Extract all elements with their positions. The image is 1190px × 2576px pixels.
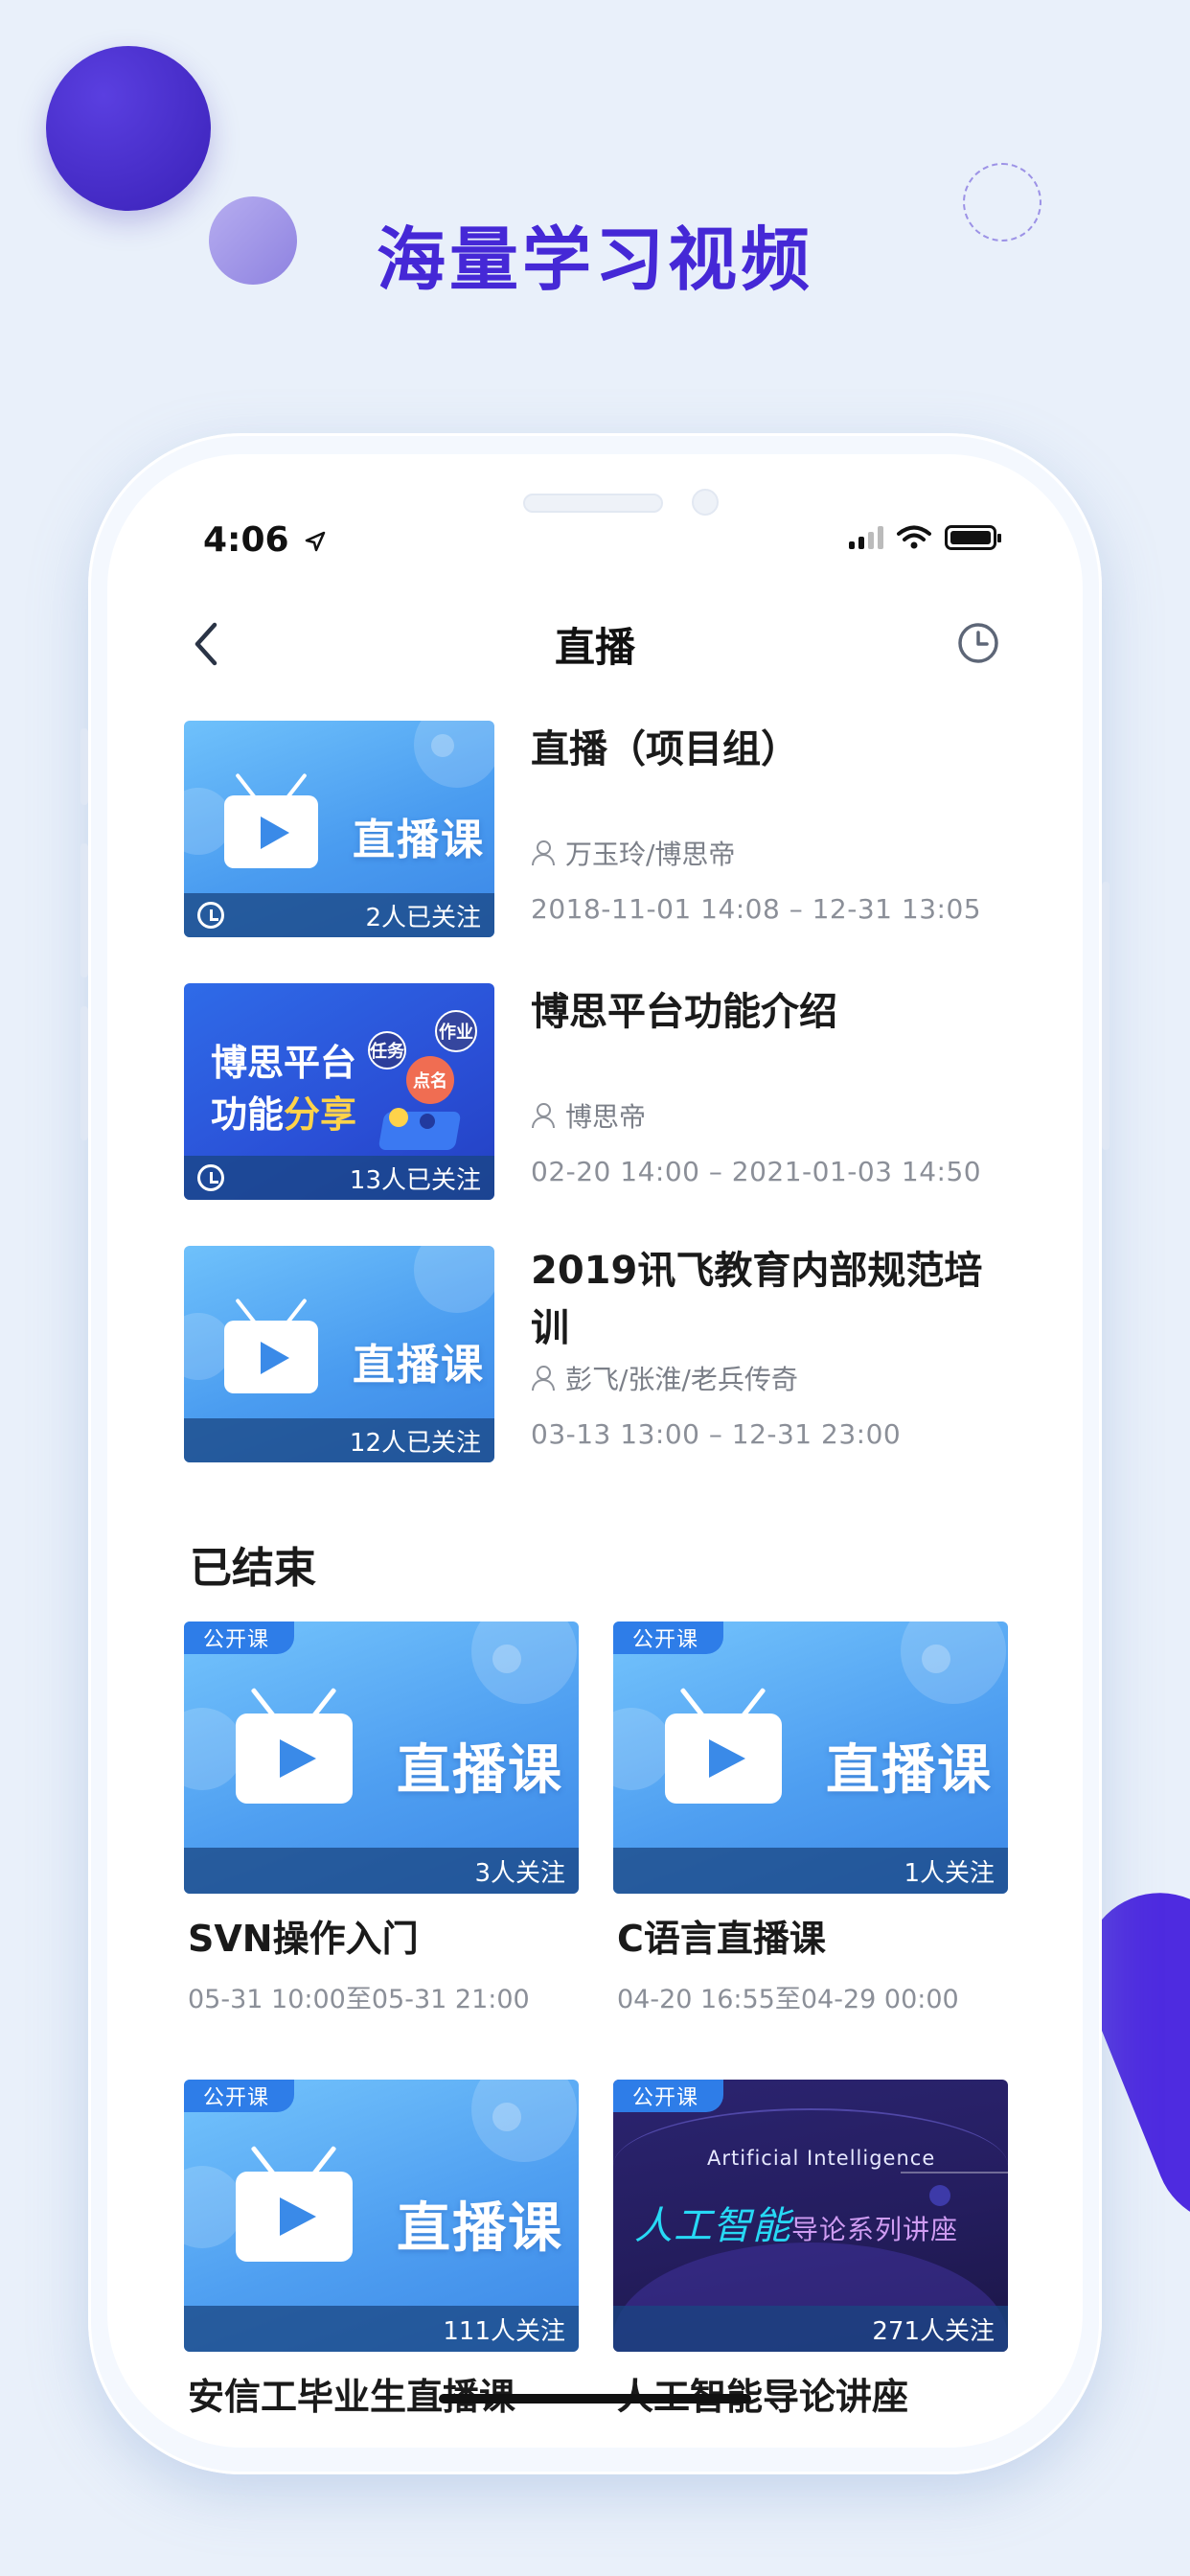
thumbnail-label: Artificial Intelligence: [707, 2147, 936, 2170]
live-time: 2018-11-01 14:08 – 12-31 13:05: [531, 893, 982, 925]
location-arrow-icon: [305, 531, 326, 552]
follower-count: 13人已关注: [349, 1165, 481, 1195]
person-icon: [531, 1102, 556, 1129]
live-item[interactable]: 直播课 2人已关注 直播（项目组） 万玉玲/博思帝 2018-11-01 14:…: [184, 721, 1008, 937]
tv-play-icon: [665, 1714, 782, 1804]
public-course-badge: 公开课: [613, 1622, 724, 1654]
live-thumbnail: 博思平台 功能分享 任务 作业 点名 13人已关注: [184, 983, 494, 1200]
thumbnail-label: 功能分享: [211, 1093, 357, 1136]
public-course-badge: 公开课: [184, 1622, 295, 1654]
thumbnail-label: 直播课: [353, 1341, 485, 1390]
live-item[interactable]: 博思平台 功能分享 任务 作业 点名 13人已关注 博思平台功能介绍 博思帝 0…: [184, 983, 1008, 1200]
course-time: 04-20 16:55至04-29 00:00: [617, 1985, 959, 2014]
live-time: 02-20 14:00 – 2021-01-03 14:50: [531, 1156, 982, 1187]
public-course-badge: 公开课: [613, 2080, 724, 2112]
tv-play-icon: [236, 2172, 353, 2262]
course-title: C语言直播课: [617, 1918, 826, 1960]
follower-count: 12人已关注: [349, 1428, 481, 1458]
tag-bubble: 作业: [435, 1010, 477, 1052]
tag-bubble: 点名: [406, 1056, 454, 1104]
tv-play-icon: [236, 1714, 353, 1804]
live-title: 直播（项目组）: [531, 727, 799, 771]
thumbnail-label: 直播课: [826, 1739, 993, 1802]
thumbnail-label: 直播课: [397, 2197, 563, 2260]
status-icons: [849, 525, 1001, 550]
tv-play-icon: [224, 1321, 318, 1393]
course-thumbnail: 直播课 1人关注: [613, 1622, 1008, 1894]
phone-side-button: [80, 1006, 88, 1140]
decor-circle-large: [46, 46, 211, 211]
public-course-badge: 公开课: [184, 2080, 295, 2112]
wifi-icon: [897, 525, 931, 549]
ended-course-card[interactable]: 公开课 Artificial Intelligence 人工智能导论系列讲座 2…: [613, 2080, 1008, 2425]
phone-camera: [692, 489, 719, 516]
ended-course-card[interactable]: 公开课 直播课 111人关注 安信工毕业生直播课: [184, 2080, 579, 2425]
course-thumbnail: 直播课 111人关注: [184, 2080, 579, 2352]
live-item[interactable]: 直播课 12人已关注 2019讯飞教育内部规范培训 彭飞/张淮/老兵传奇 03-…: [184, 1246, 1008, 1462]
thumbnail-label: 直播课: [353, 816, 485, 864]
course-time: 05-31 10:00至05-31 21:00: [188, 1985, 530, 2014]
section-title-ended: 已结束: [190, 1544, 316, 1593]
follower-count: 2人已关注: [365, 903, 481, 932]
live-author: 彭飞/张淮/老兵传奇: [531, 1359, 798, 1397]
tag-bubble: 任务: [368, 1031, 406, 1070]
tv-play-icon: [224, 795, 318, 868]
thumbnail-label: 直播课: [397, 1739, 563, 1802]
course-thumbnail: Artificial Intelligence 人工智能导论系列讲座 271人关…: [613, 2080, 1008, 2352]
phone-speaker: [523, 494, 663, 513]
course-title: SVN操作入门: [188, 1918, 419, 1960]
live-author: 万玉玲/博思帝: [531, 834, 735, 872]
phone-side-button: [1102, 882, 1110, 1150]
home-indicator: [439, 2394, 751, 2404]
follower-count: 1人关注: [613, 1848, 1008, 1894]
phone-side-button: [80, 843, 88, 978]
alarm-clock-icon: [197, 902, 224, 929]
live-title: 博思平台功能介绍: [531, 990, 837, 1034]
live-author: 博思帝: [531, 1096, 646, 1135]
status-time: 4:06: [203, 520, 326, 560]
live-thumbnail: 直播课 12人已关注: [184, 1246, 494, 1462]
course-thumbnail: 直播课 3人关注: [184, 1622, 579, 1894]
person-icon: [531, 1365, 556, 1392]
follower-count: 3人关注: [184, 1848, 579, 1894]
history-clock-icon[interactable]: [956, 621, 1000, 665]
alarm-clock-icon: [197, 1164, 224, 1191]
phone-side-button: [80, 728, 88, 805]
promo-headline: 海量学习视频: [376, 219, 813, 300]
ended-course-card[interactable]: 公开课 直播课 1人关注 C语言直播课 04-20 16:55至04-29 00…: [613, 1622, 1008, 2024]
ended-course-card[interactable]: 公开课 直播课 3人关注 SVN操作入门 05-31 10:00至05-31 2…: [184, 1622, 579, 2024]
thumbnail-label: 人工智能导论系列讲座: [634, 2204, 959, 2248]
battery-icon: [945, 525, 1001, 550]
page-title: 直播: [554, 624, 635, 671]
follower-count: 111人关注: [184, 2306, 579, 2352]
thumbnail-label: 博思平台: [211, 1042, 357, 1084]
follower-count: 271人关注: [613, 2306, 1008, 2352]
person-icon: [531, 840, 556, 866]
signal-icon: [849, 526, 883, 549]
live-time: 03-13 13:00 – 12-31 23:00: [531, 1418, 902, 1450]
live-thumbnail: 直播课 2人已关注: [184, 721, 494, 937]
live-title: 2019讯飞教育内部规范培训: [531, 1249, 983, 1350]
